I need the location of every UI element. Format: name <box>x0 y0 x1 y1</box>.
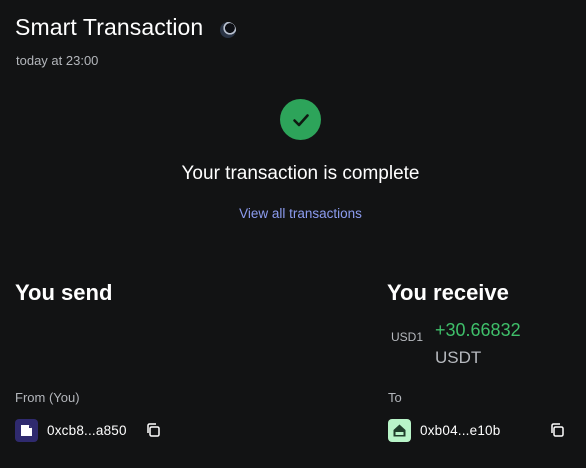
to-label: To <box>388 390 402 405</box>
from-address: 0xcb8...a850 <box>47 423 127 438</box>
to-account: 0xb04...e10b <box>388 419 500 442</box>
transaction-details-page: Smart Transaction today at 23:00 Your tr… <box>0 0 586 468</box>
view-all-transactions-link[interactable]: View all transactions <box>0 206 586 221</box>
copy-icon[interactable] <box>145 422 161 438</box>
from-label: From (You) <box>15 390 80 405</box>
account-avatar-icon <box>15 419 38 442</box>
status-message: Your transaction is complete <box>181 163 420 184</box>
copy-icon[interactable] <box>549 422 565 438</box>
you-send-heading: You send <box>15 280 113 305</box>
account-avatar-icon <box>388 419 411 442</box>
transaction-timestamp: today at 23:00 <box>16 53 99 68</box>
token-label: USD1 <box>391 330 424 344</box>
you-receive-heading: You receive <box>387 280 509 305</box>
from-account: 0xcb8...a850 <box>15 419 127 442</box>
to-address: 0xb04...e10b <box>420 423 501 438</box>
received-amount: +30.66832 <box>435 320 521 340</box>
received-currency: USDT <box>435 348 482 367</box>
network-globe-icon <box>220 21 237 38</box>
page-title: Smart Transaction <box>15 14 204 40</box>
checkmark-icon <box>280 99 321 140</box>
header: Smart Transaction <box>15 14 237 41</box>
